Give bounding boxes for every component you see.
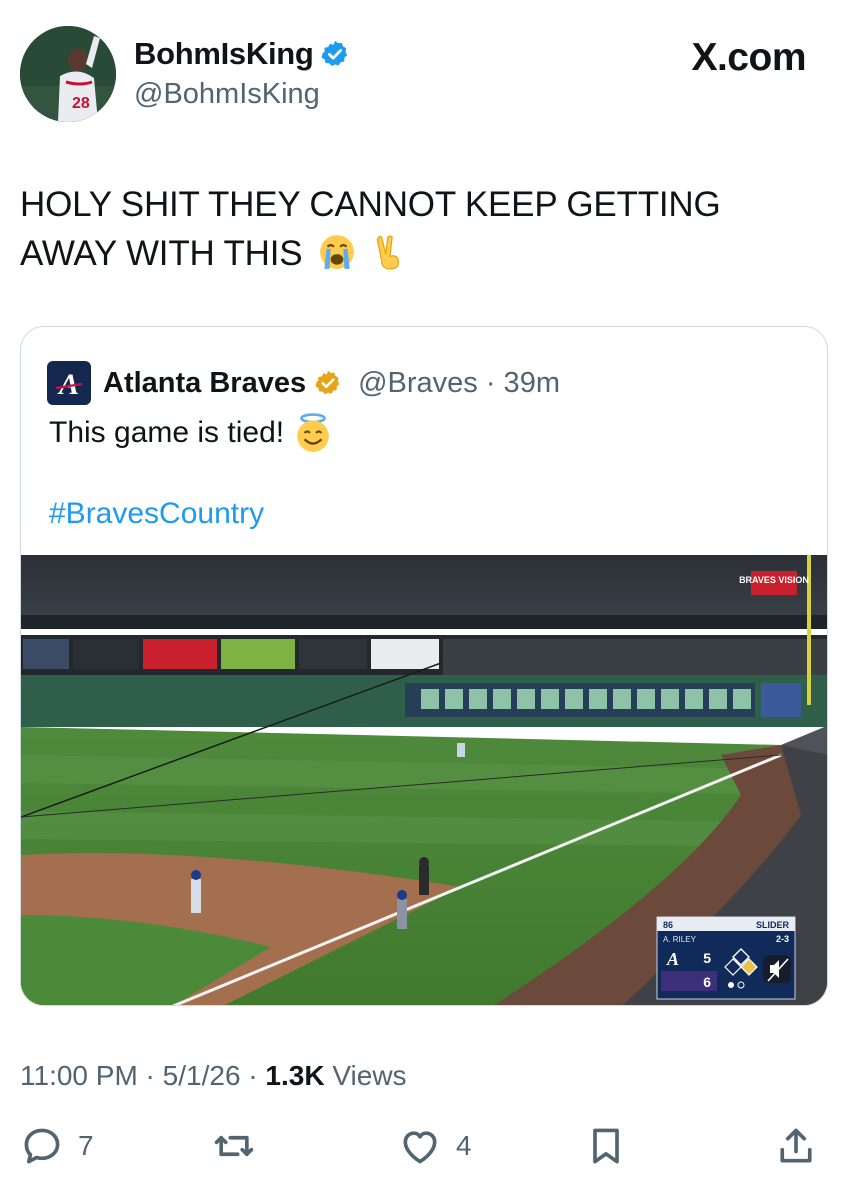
opp-score: 6 xyxy=(703,974,711,990)
video-thumbnail[interactable]: BRAVES VISION 86 SLIDER A. RILEY 2-3 A 5… xyxy=(21,555,827,1005)
views-label: Views xyxy=(324,1060,407,1091)
author-display-name[interactable]: BohmIsKing xyxy=(134,36,350,72)
tweet-date[interactable]: 5/1/26 xyxy=(163,1060,241,1091)
pitch-speed: 86 xyxy=(663,920,673,930)
repost-icon xyxy=(214,1135,254,1157)
tweet-text: HOLY SHIT THEY CANNOT KEEP GETTING AWAY … xyxy=(20,180,800,278)
quoted-handle-time[interactable]: @Braves · 39m xyxy=(358,367,560,400)
loudly-crying-face-icon xyxy=(320,235,354,269)
share-icon xyxy=(780,1128,812,1163)
quoted-tweet-card[interactable]: A Atlanta Braves @Braves · 39m This game… xyxy=(20,326,828,1006)
quoted-text: This game is tied! xyxy=(49,413,332,453)
bookmark-icon xyxy=(593,1128,619,1164)
avatar[interactable]: 28 xyxy=(20,26,116,122)
verified-badge-icon xyxy=(321,40,347,66)
like-button[interactable]: 4 xyxy=(398,1124,472,1168)
gold-verified-badge-icon xyxy=(315,370,340,395)
avatar-jersey-number: 28 xyxy=(72,95,90,112)
like-count: 4 xyxy=(456,1130,472,1161)
reply-count: 7 xyxy=(78,1130,94,1161)
share-button[interactable] xyxy=(774,1124,818,1168)
bookmark-button[interactable] xyxy=(584,1124,628,1168)
quoted-display-name[interactable]: Atlanta Braves xyxy=(103,367,306,400)
victory-hand-icon xyxy=(377,235,400,270)
tweet-text-content: HOLY SHIT THEY CANNOT KEEP GETTING AWAY … xyxy=(20,185,721,273)
tweet-meta: 11:00 PM · 5/1/26 · 1.3K Views xyxy=(20,1060,407,1091)
author-name-text[interactable]: BohmIsKing xyxy=(134,36,314,72)
action-bar: 7 4 xyxy=(0,1124,848,1180)
atl-score: 5 xyxy=(703,950,711,966)
broadcast-watermark: BRAVES VISION xyxy=(739,575,809,585)
mute-icon[interactable] xyxy=(763,955,791,983)
reply-icon xyxy=(24,1128,60,1164)
hashtag-link[interactable]: #BravesCountry xyxy=(49,497,264,531)
braves-logo-icon[interactable]: A xyxy=(47,361,91,405)
tweet-time[interactable]: 11:00 PM xyxy=(20,1060,138,1091)
svg-text:A: A xyxy=(666,949,679,969)
quoted-tweet-header: A Atlanta Braves @Braves · 39m xyxy=(47,361,560,405)
pitch-type: SLIDER xyxy=(756,920,790,930)
reply-button[interactable]: 7 xyxy=(20,1124,94,1168)
views-count: 1.3K xyxy=(265,1060,325,1091)
author-handle[interactable]: @BohmIsKing xyxy=(134,78,320,111)
repost-button[interactable] xyxy=(212,1124,256,1168)
batter-name: A. RILEY xyxy=(663,935,697,944)
heart-icon xyxy=(403,1131,437,1164)
quoted-text-content: This game is tied! xyxy=(49,416,285,449)
brand-watermark: X.com xyxy=(691,36,806,79)
pitch-count: 2-3 xyxy=(776,934,789,944)
smiling-face-with-halo-icon xyxy=(297,413,329,452)
